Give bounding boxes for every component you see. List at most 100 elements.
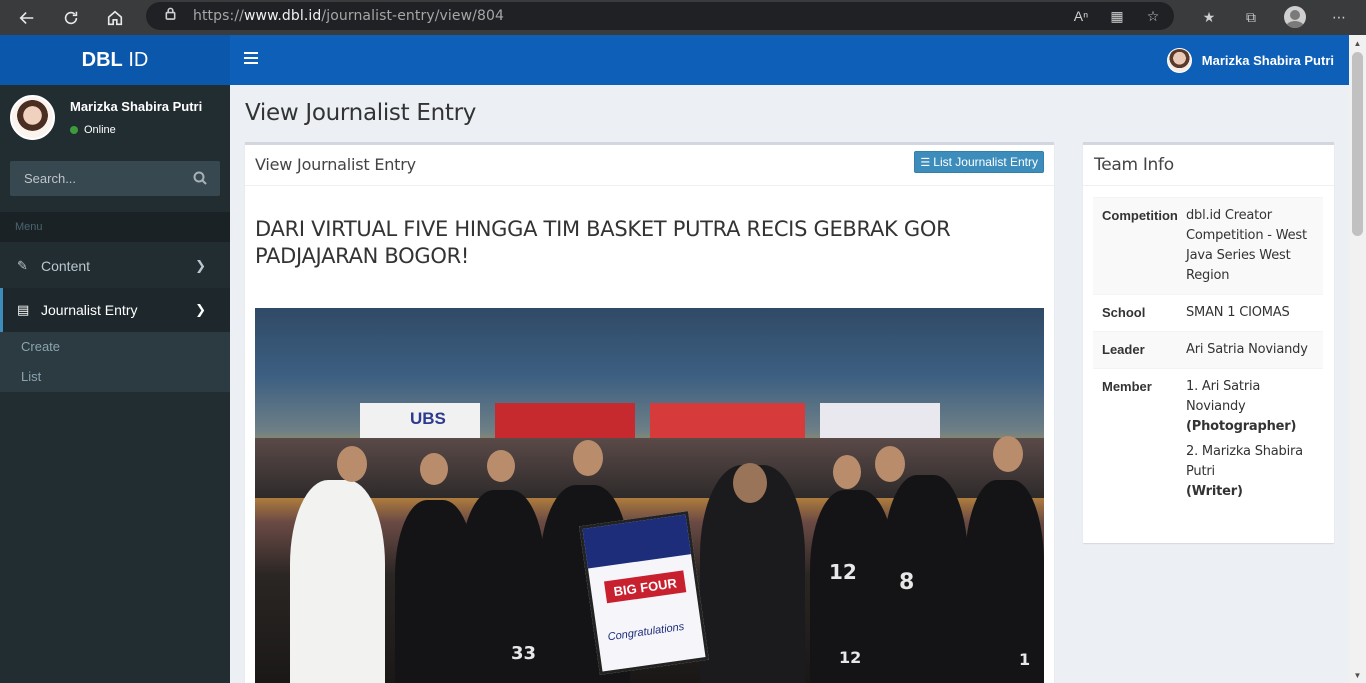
photo-jersey-number: 8 bbox=[899, 570, 915, 595]
member-role: (Photographer) bbox=[1186, 419, 1297, 434]
table-row: Competition dbl.id Creator Competition -… bbox=[1093, 197, 1323, 294]
sidebar-item-journalist-entry[interactable]: ▤ Journalist Entry ❯ bbox=[0, 288, 230, 332]
photo-banner bbox=[820, 403, 940, 439]
list-icon: ☰ bbox=[920, 156, 931, 169]
url-domain: www.dbl.id bbox=[243, 8, 322, 24]
chevron-right-icon: ❯ bbox=[195, 302, 206, 317]
menu-header: Menu bbox=[0, 212, 230, 242]
sidebar-item-label: Journalist Entry bbox=[41, 302, 138, 318]
photo-player bbox=[883, 475, 968, 683]
page-scrollbar[interactable]: ▲ ▼ bbox=[1349, 35, 1366, 683]
add-favorite-icon[interactable]: ☆ bbox=[1144, 7, 1162, 25]
article-title: DARI VIRTUAL FIVE HINGGA TIM BASKET PUTR… bbox=[255, 217, 951, 268]
box-header: View Journalist Entry ☰ List Journalist … bbox=[245, 145, 1054, 186]
photo-player-head bbox=[875, 446, 905, 482]
journalist-entry-box: View Journalist Entry ☰ List Journalist … bbox=[245, 142, 1054, 683]
photo-board-title: BIG FOUR bbox=[604, 570, 687, 604]
sidebar-user-name: Marizka Shabira Putri bbox=[70, 99, 203, 114]
photo-jersey-number: 12 bbox=[829, 560, 857, 584]
sidebar-item-content[interactable]: ✎ Content ❯ bbox=[0, 244, 230, 288]
back-icon[interactable] bbox=[16, 7, 38, 29]
sidebar: Marizka Shabira Putri Online Menu ✎ Cont… bbox=[0, 85, 230, 683]
navbar-user-menu[interactable]: Marizka Shabira Putri bbox=[1166, 48, 1334, 73]
logo-bold-text: DBL bbox=[81, 48, 123, 71]
team-info-table: Competition dbl.id Creator Competition -… bbox=[1093, 197, 1323, 515]
info-value: dbl.id Creator Competition - West Java S… bbox=[1186, 208, 1307, 283]
lock-icon bbox=[164, 7, 177, 25]
info-key: Member bbox=[1102, 379, 1152, 394]
photo-player bbox=[290, 480, 385, 683]
photo-player-head bbox=[420, 453, 448, 485]
navbar-user-name: Marizka Shabira Putri bbox=[1201, 53, 1334, 68]
page-title: View Journalist Entry bbox=[245, 100, 477, 126]
address-bar[interactable]: https://www.dbl.id/journalist-entry/view… bbox=[146, 2, 1174, 30]
member-name: 1. Ari Satria Noviandy bbox=[1186, 379, 1261, 414]
url-prefix: https:// bbox=[193, 8, 244, 24]
avatar bbox=[1166, 48, 1192, 73]
url-path: /journalist-entry/view/804 bbox=[321, 8, 505, 24]
top-navbar: DBL ID Marizka Shabira Putri bbox=[0, 35, 1349, 85]
avatar bbox=[10, 95, 55, 140]
more-options-icon[interactable]: ⋯ bbox=[1330, 8, 1348, 26]
info-key: Leader bbox=[1102, 342, 1145, 357]
scroll-up-icon[interactable]: ▲ bbox=[1353, 39, 1362, 48]
submenu-item-create[interactable]: Create bbox=[0, 332, 230, 362]
chevron-right-icon: ❯ bbox=[195, 258, 206, 273]
photo-jersey-number: 12 bbox=[839, 648, 862, 667]
team-info-title: Team Info bbox=[1094, 155, 1174, 175]
immersive-reader-icon[interactable]: ▦ bbox=[1108, 7, 1126, 25]
user-panel: Marizka Shabira Putri Online bbox=[0, 85, 230, 150]
home-icon[interactable] bbox=[104, 7, 126, 29]
team-info-box: Team Info Competition dbl.id Creator Com… bbox=[1083, 142, 1334, 543]
photo-board: BIG FOUR Congratulations bbox=[579, 511, 709, 675]
photo-player-head bbox=[993, 436, 1023, 472]
info-value: 1. Ari Satria Noviandy (Photographer) 2.… bbox=[1186, 377, 1316, 507]
search-input[interactable] bbox=[24, 171, 184, 186]
table-row: Member 1. Ari Satria Noviandy (Photograp… bbox=[1093, 368, 1323, 515]
team-info-header: Team Info bbox=[1083, 145, 1334, 186]
article-photo: UBS 33 12 8 12 1 BIG FOUR Congratulation… bbox=[255, 308, 1044, 683]
logo[interactable]: DBL ID bbox=[0, 35, 230, 85]
photo-player-head bbox=[487, 450, 515, 482]
member-item: 1. Ari Satria Noviandy (Photographer) bbox=[1186, 377, 1316, 437]
photo-player bbox=[965, 480, 1044, 683]
sidebar-toggle-icon[interactable] bbox=[244, 52, 258, 64]
photo-banner bbox=[495, 403, 635, 439]
sidebar-search bbox=[10, 161, 220, 196]
url-text: https://www.dbl.id/journalist-entry/view… bbox=[193, 8, 504, 24]
journalist-entry-submenu: Create List bbox=[0, 332, 230, 392]
reload-icon[interactable] bbox=[60, 7, 82, 29]
info-key: Competition bbox=[1102, 208, 1178, 223]
info-key: School bbox=[1102, 305, 1146, 320]
sidebar-item-label: Content bbox=[41, 258, 91, 274]
list-journalist-entry-button[interactable]: ☰ List Journalist Entry bbox=[914, 151, 1044, 173]
photo-banner-text: UBS bbox=[410, 409, 446, 428]
search-icon[interactable] bbox=[193, 171, 207, 185]
table-row: School SMAN 1 CIOMAS bbox=[1093, 294, 1323, 331]
list-button-label: List Journalist Entry bbox=[933, 155, 1038, 169]
logo-rest-text: ID bbox=[122, 48, 149, 71]
box-title: View Journalist Entry bbox=[255, 155, 416, 174]
member-role: (Writer) bbox=[1186, 484, 1243, 499]
newspaper-icon: ▤ bbox=[17, 302, 30, 317]
photo-board-footer: Congratulations bbox=[607, 620, 685, 644]
photo-board-top bbox=[582, 514, 692, 569]
member-name: 2. Marizka Shabira Putri bbox=[1186, 444, 1303, 479]
favorites-icon[interactable]: ★ bbox=[1200, 8, 1218, 26]
info-value: Ari Satria Noviandy bbox=[1186, 342, 1308, 357]
scroll-down-icon[interactable]: ▼ bbox=[1353, 671, 1362, 680]
collections-icon[interactable]: ⧉ bbox=[1242, 8, 1260, 26]
photo-player-head bbox=[337, 446, 367, 482]
pencil-icon: ✎ bbox=[17, 258, 28, 273]
scroll-thumb[interactable] bbox=[1352, 52, 1363, 236]
photo-jersey-number: 33 bbox=[511, 643, 537, 664]
profile-icon[interactable] bbox=[1284, 6, 1306, 28]
read-aloud-icon[interactable]: Aⁿ bbox=[1072, 7, 1090, 25]
photo-official-head bbox=[733, 463, 767, 503]
status-text: Online bbox=[84, 124, 116, 136]
submenu-item-list[interactable]: List bbox=[0, 362, 230, 392]
photo-banner: UBS bbox=[360, 403, 480, 439]
photo-player-head bbox=[573, 440, 603, 476]
photo-banner bbox=[650, 403, 805, 439]
online-dot-icon bbox=[70, 126, 78, 134]
